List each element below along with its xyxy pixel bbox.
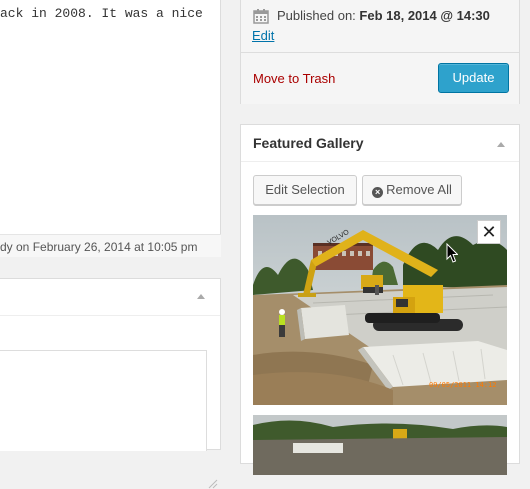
editor-status-bar: dy on February 26, 2014 at 10:05 pm <box>0 234 221 489</box>
lower-metabox-field[interactable] <box>0 350 207 451</box>
remove-image-button[interactable]: ✕ <box>477 220 501 244</box>
collapse-arrow-icon[interactable] <box>496 140 506 148</box>
publish-box: Published on: Feb 18, 2014 @ 14:30 Edit … <box>240 0 520 104</box>
published-date: Feb 18, 2014 @ 14:30 <box>359 8 490 23</box>
featured-gallery-title: Featured Gallery <box>253 135 364 151</box>
construction-site-photo-2 <box>253 415 507 475</box>
published-on-text: Published on: Feb 18, 2014 @ 14:30 <box>277 8 490 23</box>
last-edited-status: dy on February 26, 2014 at 10:05 pm <box>0 240 198 254</box>
remove-all-button[interactable]: × Remove All <box>362 175 462 205</box>
editor-content[interactable]: ack in 2008. It was a nice <box>0 6 221 21</box>
lower-metabox <box>0 278 221 451</box>
published-label: Published on: <box>277 8 356 23</box>
remove-all-label: Remove All <box>386 182 452 197</box>
collapse-arrow-icon[interactable] <box>196 292 206 300</box>
published-row: Published on: Feb 18, 2014 @ 14:30 <box>253 7 517 27</box>
edit-selection-button[interactable]: Edit Selection <box>253 175 357 205</box>
mouse-cursor-icon <box>446 243 458 263</box>
move-to-trash-link[interactable]: Move to Trash <box>253 71 335 86</box>
resize-handle-icon[interactable] <box>207 478 218 489</box>
remove-circle-icon: × <box>372 187 384 198</box>
publish-actions: Move to Trash Update <box>241 52 519 104</box>
construction-site-photo: VOLVO 09/05/2011 14:12 <box>253 215 507 405</box>
gallery-image[interactable] <box>253 415 507 475</box>
lower-metabox-header[interactable] <box>0 279 220 316</box>
edit-date-link[interactable]: Edit <box>252 28 274 43</box>
gallery-image[interactable]: VOLVO 09/05/2011 14:12 ✕ <box>253 215 507 405</box>
calendar-icon <box>253 9 269 24</box>
update-button[interactable]: Update <box>438 63 509 93</box>
featured-gallery-header[interactable]: Featured Gallery <box>241 125 519 162</box>
photo-date-stamp: 09/05/2011 14:12 <box>429 381 496 389</box>
featured-gallery-box: Featured Gallery Edit Selection × Remove … <box>240 124 520 475</box>
post-editor[interactable]: ack in 2008. It was a nice dy on Februar… <box>0 0 221 489</box>
